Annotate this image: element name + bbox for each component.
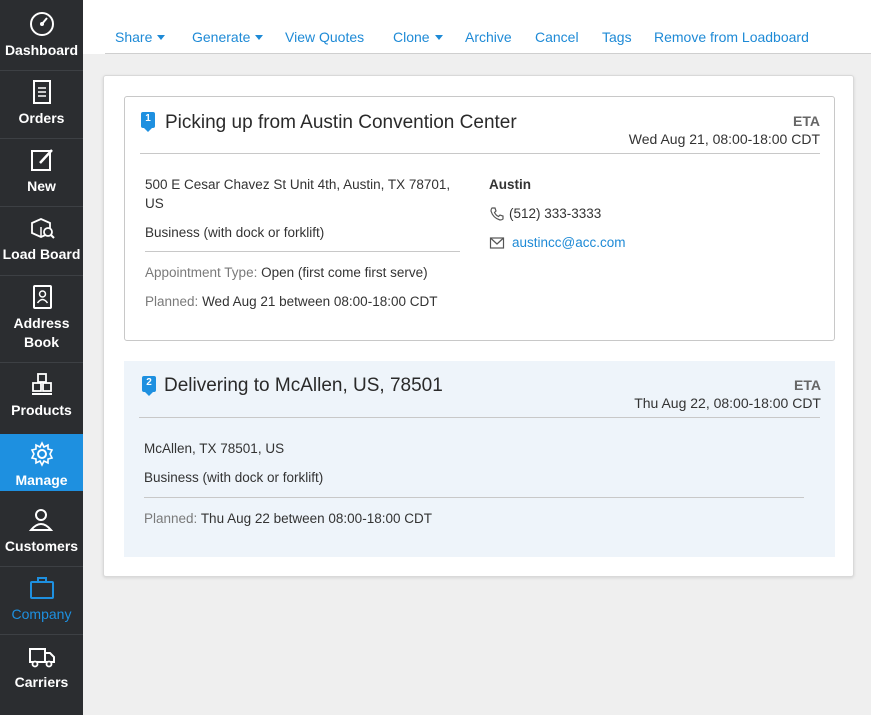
phone-icon	[490, 207, 504, 221]
sidebar-item-orders[interactable]: Orders	[0, 78, 83, 136]
caret-down-icon	[434, 35, 443, 40]
remove-from-loadboard-link[interactable]: Remove from Loadboard	[654, 29, 809, 45]
address-line-2: US	[145, 196, 164, 211]
generate-dropdown[interactable]: Generate	[192, 29, 264, 45]
address-line-1: McAllen, TX 78501, US	[144, 441, 285, 456]
truck-icon	[28, 648, 55, 668]
action-toolbar	[83, 0, 871, 54]
divider	[0, 138, 83, 139]
contact-email-link[interactable]: austincc@acc.com	[512, 233, 626, 252]
divider	[105, 53, 871, 54]
divider	[0, 70, 83, 71]
stop-title: Picking up from Austin Convention Center	[165, 112, 517, 133]
briefcase-icon	[29, 577, 54, 599]
delivery-stop: 2 Delivering to McAllen, US, 78501 ETA T…	[124, 361, 835, 557]
load-board-icon	[30, 218, 55, 239]
divider	[0, 634, 83, 635]
sidebar-item-label: Orders	[18, 110, 65, 126]
caret-down-icon	[255, 35, 264, 40]
stop-number-badge: 1	[141, 112, 155, 132]
sidebar-item-products[interactable]: Products	[0, 370, 83, 428]
clone-dropdown[interactable]: Clone	[393, 29, 443, 45]
appointment-type-label: Appointment Type:	[145, 265, 258, 280]
sidebar-item-customers[interactable]: Customers	[0, 506, 83, 564]
divider	[0, 206, 83, 207]
eta-label: ETA	[793, 113, 820, 129]
sidebar: Dashboard Orders New Load Board Address …	[0, 0, 83, 715]
generate-label: Generate	[192, 29, 251, 45]
cancel-link[interactable]: Cancel	[535, 29, 579, 45]
share-dropdown[interactable]: Share	[115, 29, 166, 45]
planned-time: Planned: Wed Aug 21 between 08:00-18:00 …	[145, 292, 437, 311]
clone-label: Clone	[393, 29, 430, 45]
contact-phone: (512) 333-3333	[509, 206, 602, 221]
divider	[140, 153, 820, 154]
sidebar-item-carriers[interactable]: Carriers	[0, 642, 83, 700]
dashboard-icon	[29, 12, 54, 36]
edit-icon	[30, 149, 53, 171]
sidebar-item-label: Load Board	[2, 246, 81, 262]
divider	[139, 417, 820, 418]
planned-time: Planned: Thu Aug 22 between 08:00-18:00 …	[144, 509, 432, 528]
products-icon	[31, 373, 52, 395]
caret-down-icon	[157, 35, 166, 40]
sidebar-item-address-book[interactable]: Address Book	[0, 283, 83, 353]
divider	[144, 497, 804, 498]
sidebar-item-label: Company	[11, 606, 72, 622]
sidebar-item-label: Address Book	[13, 315, 70, 350]
appointment-type-value: Open (first come first serve)	[261, 265, 428, 280]
sidebar-item-label: Dashboard	[4, 42, 79, 58]
sidebar-item-label: Customers	[4, 538, 79, 554]
location-type: Business (with dock or forklift)	[145, 225, 325, 240]
pickup-stop: 1 Picking up from Austin Convention Cent…	[124, 96, 835, 341]
eta-value: Thu Aug 22, 08:00-18:00 CDT	[634, 395, 821, 411]
sidebar-item-load-board[interactable]: Load Board	[0, 214, 83, 274]
address-line-1: 500 E Cesar Chavez St Unit 4th, Austin, …	[145, 177, 451, 192]
gear-icon	[30, 441, 53, 467]
sidebar-item-label: New	[27, 178, 56, 194]
stop-number-badge: 2	[142, 376, 156, 396]
stop-title: Delivering to McAllen, US, 78501	[164, 375, 443, 396]
sidebar-item-company[interactable]: Company	[0, 574, 83, 632]
address-book-icon	[32, 285, 52, 309]
eta-label: ETA	[794, 377, 821, 393]
sidebar-item-label: Manage	[15, 472, 68, 488]
divider	[145, 251, 460, 252]
planned-label: Planned:	[144, 511, 198, 526]
sidebar-item-dashboard[interactable]: Dashboard	[0, 10, 83, 68]
archive-link[interactable]: Archive	[465, 29, 512, 45]
divider	[0, 362, 83, 363]
sidebar-item-new[interactable]: New	[0, 146, 83, 204]
orders-icon	[32, 80, 51, 104]
location-type: Business (with dock or forklift)	[144, 470, 324, 485]
planned-label: Planned:	[145, 294, 199, 309]
sidebar-item-manage[interactable]: Manage	[0, 434, 83, 491]
customers-icon	[28, 509, 53, 531]
sidebar-item-label: Products	[11, 402, 72, 418]
view-quotes-link[interactable]: View Quotes	[285, 29, 364, 45]
stops-card: 1 Picking up from Austin Convention Cent…	[103, 75, 854, 577]
appointment-type: Appointment Type: Open (first come first…	[145, 263, 428, 282]
sidebar-item-label: Carriers	[14, 674, 69, 690]
tags-link[interactable]: Tags	[602, 29, 632, 45]
eta-value: Wed Aug 21, 08:00-18:00 CDT	[628, 131, 820, 147]
planned-value: Wed Aug 21 between 08:00-18:00 CDT	[202, 294, 438, 309]
share-label: Share	[115, 29, 153, 45]
mail-icon	[489, 237, 505, 249]
divider	[0, 275, 83, 276]
divider	[0, 566, 83, 567]
contact-name: Austin	[489, 177, 531, 192]
planned-value: Thu Aug 22 between 08:00-18:00 CDT	[200, 511, 432, 526]
